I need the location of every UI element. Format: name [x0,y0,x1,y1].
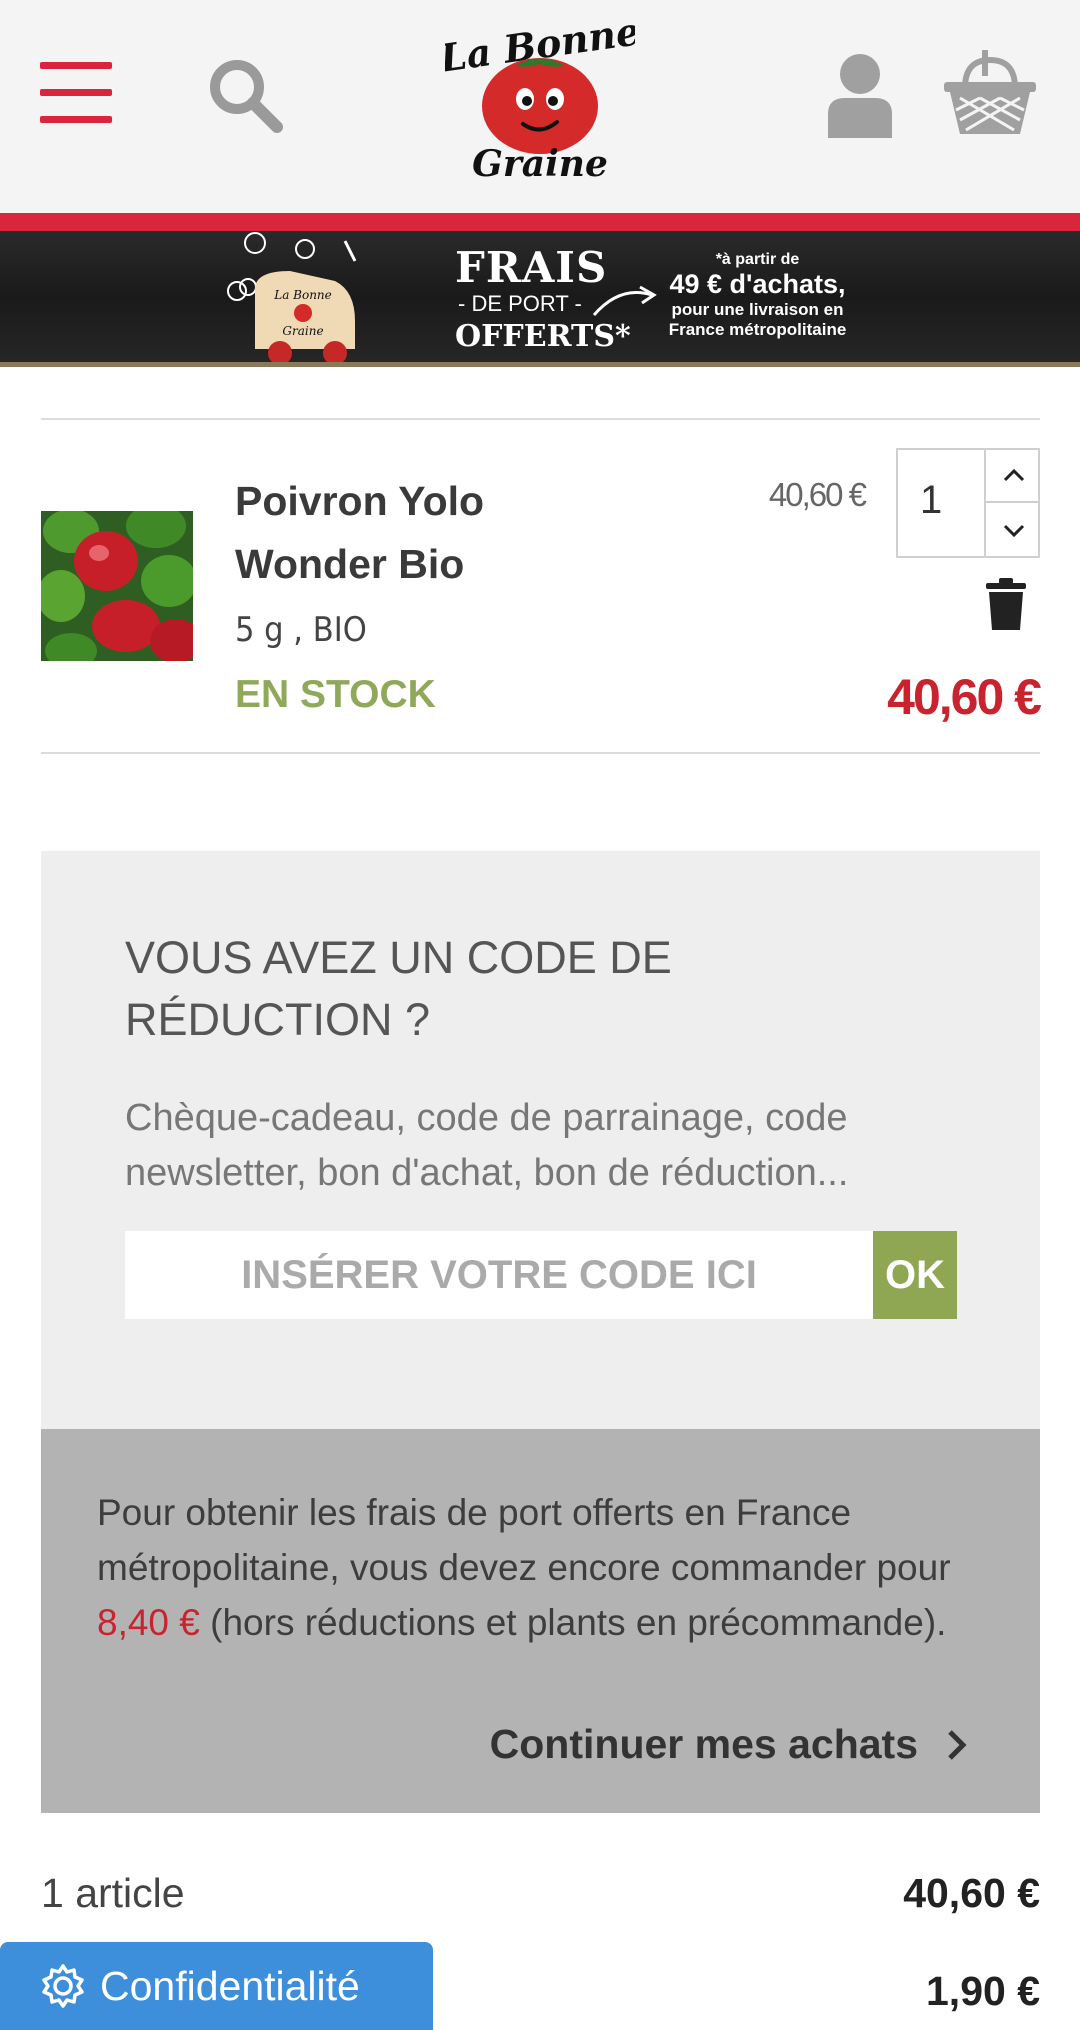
privacy-settings-button[interactable]: Confidentialité [0,1942,433,2030]
articles-subtotal: 40,60 € [903,1870,1040,1916]
truck-illustration: La Bonne Graine [227,232,357,362]
site-header: La Bonne Graine [0,0,1080,213]
quantity-increase-button[interactable] [984,450,1040,503]
trash-icon[interactable] [986,578,1026,630]
continue-shopping-label: Continuer mes achats [489,1721,918,1767]
user-icon[interactable] [825,50,895,140]
discount-description: Chèque-cadeau, code de parrainage, code … [125,1097,849,1194]
logo-text-bottom: Graine [472,143,608,185]
banner-frais: FRAIS [455,243,608,292]
quantity-stepper[interactable]: 1 [896,448,1040,558]
remaining-amount: 8,40 € [97,1602,200,1643]
chevron-down-icon [1003,524,1025,538]
banner-offerts: OFFERTS* [455,319,631,354]
product-image[interactable] [41,511,193,661]
banner-conditions: *à partir de 49 € d'achats, pour une liv… [668,251,847,339]
svg-text:Graine: Graine [282,324,323,338]
quantity-value[interactable]: 1 [920,478,942,523]
discount-code-input[interactable] [125,1231,873,1319]
menu-icon[interactable] [40,58,112,128]
site-logo[interactable]: La Bonne Graine [445,6,635,186]
free-shipping-info: Pour obtenir les frais de port offerts e… [41,1429,1040,1813]
discount-title: VOUS AVEZ UN CODE DE RÉDUCTION ? [125,932,672,1045]
divider [41,752,1040,754]
basket-icon[interactable] [940,48,1040,138]
chevron-up-icon [1003,468,1025,482]
privacy-label: Confidentialité [100,1962,360,2009]
unit-price: 40,60 € [768,476,867,513]
free-shipping-banner[interactable]: La Bonne Graine FRAIS - DE PORT - OFFERT… [0,231,1080,367]
free-shipping-message: Pour obtenir les frais de port offerts e… [97,1492,951,1643]
svg-text:La Bonne: La Bonne [273,288,332,302]
product-attributes: 5 g , BIO [235,610,367,650]
stock-status: EN STOCK [235,673,436,716]
line-total-price: 40,60 € [887,669,1042,725]
quantity-decrease-button[interactable] [984,503,1040,558]
continue-shopping-link[interactable]: Continuer mes achats [490,1721,968,1768]
chevron-right-icon [948,1729,967,1760]
banner-de-port: - DE PORT - [458,291,582,316]
gear-icon [42,1964,84,2008]
divider [41,418,1040,420]
search-icon[interactable] [205,55,285,135]
shipping-cost: 1,90 € [926,1968,1040,2014]
discount-code-section: VOUS AVEZ UN CODE DE RÉDUCTION ? Chèque-… [41,851,1040,1429]
articles-count: 1 article [41,1870,185,1916]
product-name[interactable]: Poivron Yolo Wonder Bio [235,470,635,596]
apply-code-button[interactable]: OK [873,1231,957,1319]
header-accent-bar [0,213,1080,231]
